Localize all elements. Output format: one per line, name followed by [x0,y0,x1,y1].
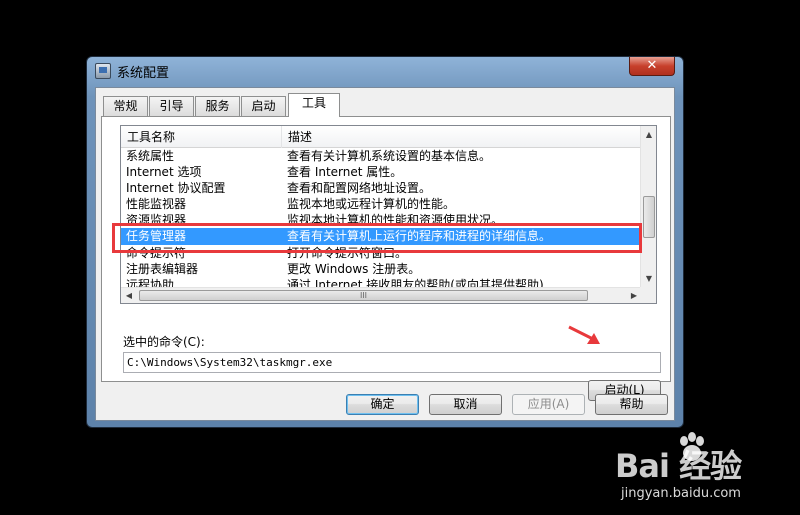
window-title: 系统配置 [117,66,170,81]
tool-description: 监视本地计算机的性能和资源使用状况。 [287,213,504,228]
tools-list-header: 工具名称 描述 [121,126,642,148]
tab-services[interactable]: 服务 [195,96,240,116]
tab-tools[interactable]: 工具 [288,93,340,117]
scroll-down-arrow-icon[interactable]: ▼ [641,270,656,287]
tools-list[interactable]: 工具名称 描述 系统属性 查看有关计算机系统设置的基本信息。 Internet … [120,125,657,304]
baidu-jingyan-watermark: Bai 经验 jingyan.baidu.com [615,428,795,510]
selected-command-label: 选中的命令(C): [123,335,205,349]
selected-command-field[interactable]: C:\Windows\System32\taskmgr.exe [123,352,661,373]
column-header-description[interactable]: 描述 [282,126,642,148]
watermark-url: jingyan.baidu.com [621,486,741,501]
list-item[interactable]: 注册表编辑器 更改 Windows 注册表。 [121,261,642,277]
tool-description: 更改 Windows 注册表。 [287,261,421,276]
close-button[interactable]: ✕ [629,57,675,76]
tool-name: 注册表编辑器 [126,261,199,276]
tab-startup[interactable]: 启动 [241,96,286,116]
tab-boot[interactable]: 引导 [149,96,194,116]
tool-name: 任务管理器 [126,229,187,244]
tool-name: 命令提示符 [126,245,187,260]
list-item[interactable]: 系统属性 查看有关计算机系统设置的基本信息。 [121,148,642,164]
tool-description: 查看有关计算机系统设置的基本信息。 [287,149,492,163]
list-item[interactable]: Internet 协议配置 查看和配置网络地址设置。 [121,180,642,196]
tool-name: 资源监视器 [126,213,187,228]
tools-list-rows: 系统属性 查看有关计算机系统设置的基本信息。 Internet 选项 查看 In… [121,148,642,293]
msconfig-app-icon [95,63,111,79]
tool-name: Internet 协议配置 [126,181,226,196]
dialog-client-area: 常规 引导 服务 启动 工具 工具名称 描述 系统属性 查看有关计算机系统设置的… [95,87,675,421]
vertical-scrollbar[interactable]: ▲ ▼ [640,126,656,287]
title-bar[interactable]: 系统配置 ✕ [87,57,683,85]
horizontal-scroll-thumb[interactable]: III [139,290,588,301]
tab-general[interactable]: 常规 [103,96,148,116]
tool-description: 监视本地或远程计算机的性能。 [287,197,456,212]
list-item-selected[interactable]: 任务管理器 查看有关计算机上运行的程序和进程的详细信息。 [121,228,642,245]
apply-button[interactable]: 应用(A) [512,394,585,415]
tool-name: 性能监视器 [126,197,187,212]
vertical-scroll-thumb[interactable] [643,196,655,238]
scrollbar-corner [640,287,656,303]
tool-description: 查看 Internet 属性。 [287,165,403,180]
scroll-up-arrow-icon[interactable]: ▲ [641,126,656,143]
tool-description: 查看有关计算机上运行的程序和进程的详细信息。 [287,229,552,244]
watermark-brand: Bai 经验 [615,447,742,485]
scroll-left-arrow-icon[interactable]: ◀ [121,288,137,303]
ok-button[interactable]: 确定 [346,394,419,415]
list-item[interactable]: Internet 选项 查看 Internet 属性。 [121,164,642,180]
tool-name: 系统属性 [126,149,175,163]
tool-description: 查看和配置网络地址设置。 [287,181,432,196]
column-header-tool-name[interactable]: 工具名称 [121,126,282,148]
system-config-window: 系统配置 ✕ 常规 引导 服务 启动 工具 工具名称 描述 系统属性 查看有关计… [86,56,684,428]
help-button[interactable]: 帮助 [595,394,668,415]
cancel-button[interactable]: 取消 [429,394,502,415]
list-item[interactable]: 资源监视器 监视本地计算机的性能和资源使用状况。 [121,212,642,228]
horizontal-scrollbar[interactable]: ◀ III ▶ [121,287,642,303]
list-item[interactable]: 性能监视器 监视本地或远程计算机的性能。 [121,196,642,212]
list-item[interactable]: 命令提示符 打开命令提示符窗口。 [121,245,642,261]
tool-description: 打开命令提示符窗口。 [287,245,408,260]
tool-name: Internet 选项 [126,165,202,180]
tools-tab-panel: 工具名称 描述 系统属性 查看有关计算机系统设置的基本信息。 Internet … [101,116,671,401]
